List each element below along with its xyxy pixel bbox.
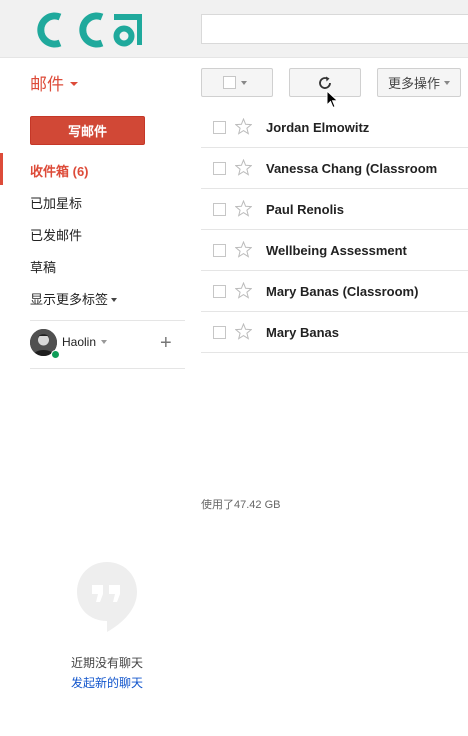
row-checkbox[interactable] <box>213 162 226 175</box>
sidebar-item-more-labels[interactable]: 显示更多标签 <box>30 289 118 308</box>
start-new-chat-link[interactable]: 发起新的聊天 <box>0 674 214 691</box>
message-sender: Mary Banas <box>266 325 339 340</box>
chevron-down-icon <box>444 80 450 85</box>
star-icon[interactable] <box>235 282 252 299</box>
message-sender: Wellbeing Assessment <box>266 243 407 258</box>
message-row[interactable]: Mary Banas <box>201 312 468 353</box>
checkbox-icon <box>223 76 236 89</box>
online-status-dot <box>51 350 60 359</box>
message-list: Jordan Elmowitz Vanessa Chang (Classroom… <box>201 107 468 353</box>
message-sender: Paul Renolis <box>266 202 345 217</box>
sidebar-divider <box>30 320 185 321</box>
message-row[interactable]: Paul Renolis <box>201 189 468 230</box>
cca-logo[interactable] <box>28 12 143 53</box>
chat-user-name: Haolin <box>62 335 97 349</box>
row-checkbox[interactable] <box>213 244 226 257</box>
chevron-down-icon <box>111 297 118 302</box>
star-icon[interactable] <box>235 323 252 340</box>
chevron-down-icon <box>241 80 247 85</box>
no-recent-chats-text: 近期没有聊天 <box>70 656 143 670</box>
active-item-indicator <box>0 153 3 185</box>
compose-label: 写邮件 <box>67 124 107 139</box>
hangouts-chat-icon <box>76 561 138 638</box>
row-checkbox[interactable] <box>213 121 226 134</box>
chat-user-menu[interactable]: Haolin <box>62 335 108 349</box>
sidebar-divider <box>30 368 185 369</box>
chevron-down-icon <box>101 340 108 344</box>
message-sender: Jordan Elmowitz <box>266 120 370 135</box>
more-actions-label: 更多操作 <box>387 76 440 91</box>
more-actions-button[interactable]: 更多操作 <box>377 68 461 97</box>
message-row[interactable]: Jordan Elmowitz <box>201 107 468 148</box>
row-checkbox[interactable] <box>213 326 226 339</box>
compose-button[interactable]: 写邮件 <box>30 116 145 145</box>
top-header <box>0 0 468 58</box>
sidebar-item-inbox[interactable]: 收件箱 (6) <box>30 161 89 180</box>
row-checkbox[interactable] <box>213 285 226 298</box>
message-sender: Mary Banas (Classroom) <box>266 284 419 299</box>
select-all-button[interactable] <box>201 68 273 97</box>
more-labels-label: 显示更多标签 <box>30 292 109 307</box>
search-input[interactable] <box>201 14 468 44</box>
message-row[interactable]: Wellbeing Assessment <box>201 230 468 271</box>
sidebar-item-drafts[interactable]: 草稿 <box>30 257 56 276</box>
message-row[interactable]: Vanessa Chang (Classroom <box>201 148 468 189</box>
mail-menu-button[interactable]: 邮件 <box>30 70 78 95</box>
star-icon[interactable] <box>235 200 252 217</box>
add-chat-button[interactable]: + <box>160 333 172 353</box>
star-icon[interactable] <box>235 118 252 135</box>
star-icon[interactable] <box>235 159 252 176</box>
sidebar-item-starred[interactable]: 已加星标 <box>30 193 82 212</box>
star-icon[interactable] <box>235 241 252 258</box>
chevron-down-icon <box>70 81 78 86</box>
sidebar-item-sent[interactable]: 已发邮件 <box>30 225 82 244</box>
row-checkbox[interactable] <box>213 203 226 216</box>
refresh-button[interactable] <box>289 68 361 97</box>
message-row[interactable]: Mary Banas (Classroom) <box>201 271 468 312</box>
mail-menu-label: 邮件 <box>30 75 64 94</box>
refresh-icon <box>319 76 331 89</box>
message-sender: Vanessa Chang (Classroom <box>266 161 438 176</box>
storage-usage-text: 使用了47.42 GB <box>201 499 281 511</box>
